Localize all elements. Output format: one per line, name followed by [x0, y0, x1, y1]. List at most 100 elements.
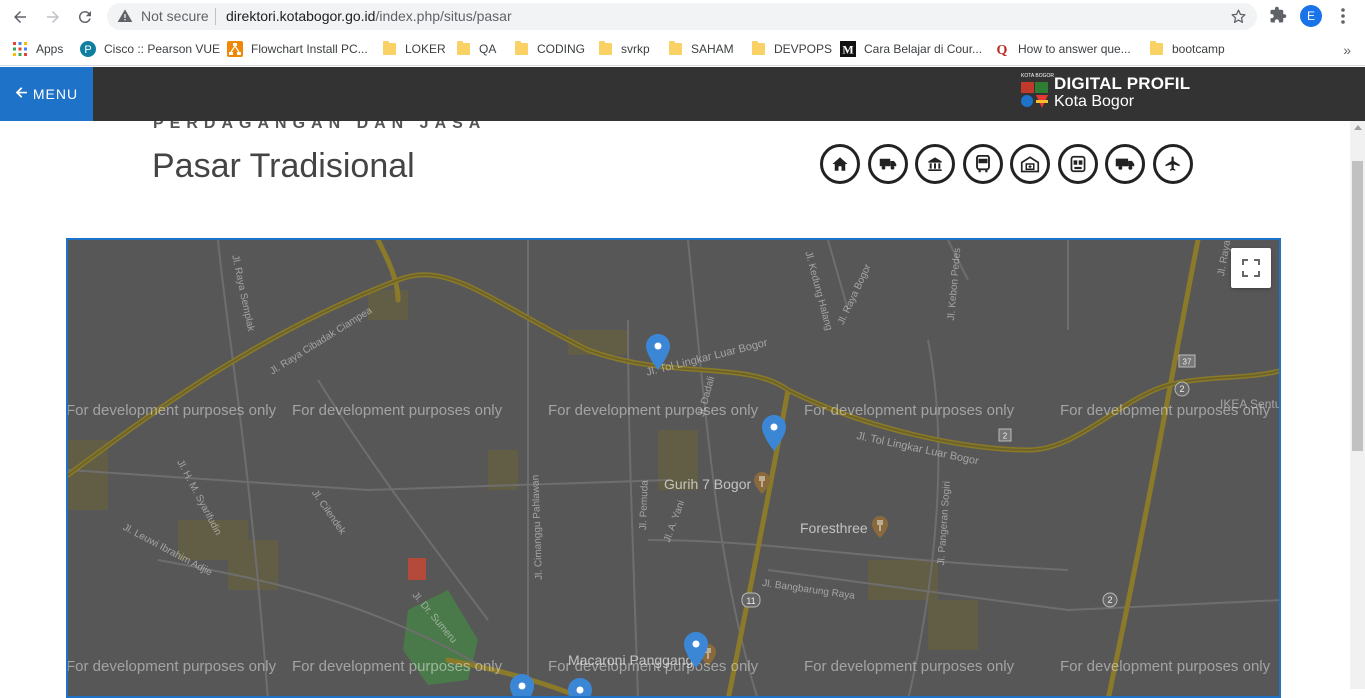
- logo-subtitle: Kota Bogor: [1054, 93, 1135, 110]
- site-header: MENU KOTA BOGOR DIGITAL PROFIL Kota Bogo…: [0, 67, 1365, 121]
- airplane-icon[interactable]: [1152, 144, 1193, 184]
- hospital-icon[interactable]: [1010, 144, 1050, 184]
- address-bar[interactable]: Not secure direktori.kotabogor.go.id/ind…: [107, 3, 1257, 30]
- fullscreen-icon: [1242, 259, 1260, 277]
- url-host: direktori.kotabogor.go.id: [226, 8, 376, 24]
- site-logo[interactable]: KOTA BOGOR DIGITAL PROFIL Kota Bogor: [1020, 73, 1200, 113]
- forward-icon[interactable]: [41, 5, 65, 29]
- bookmark-devpops[interactable]: DEVPOPS: [750, 40, 832, 58]
- folder-icon: [381, 41, 397, 57]
- apps-grid-icon: [12, 41, 28, 57]
- svg-text:P: P: [84, 44, 91, 56]
- market-location-pin[interactable]: [568, 678, 592, 698]
- extensions-puzzle-icon[interactable]: [1269, 6, 1287, 29]
- poi-foresthree[interactable]: Foresthree: [800, 520, 868, 536]
- svg-text:2: 2: [1107, 595, 1112, 605]
- route-shield: 11: [741, 592, 761, 608]
- restaurant-pin-icon[interactable]: [872, 516, 888, 538]
- route-shield: 2: [998, 428, 1012, 442]
- bookmark-saham[interactable]: SAHAM: [667, 40, 734, 58]
- scroll-thumb[interactable]: [1352, 161, 1363, 451]
- profile-avatar[interactable]: E: [1300, 5, 1322, 27]
- scroll-up-icon[interactable]: [1354, 125, 1362, 130]
- delivery-truck-icon[interactable]: [1105, 144, 1145, 184]
- watermark-text: For development purposes only: [66, 658, 277, 675]
- bookmarks-overflow-button[interactable]: »: [1343, 42, 1351, 58]
- medium-icon: M: [840, 41, 856, 57]
- bookmark-apps[interactable]: Apps: [12, 40, 63, 58]
- route-shield: 2: [1102, 592, 1118, 608]
- warning-icon[interactable]: [117, 8, 133, 29]
- route-shield: 37: [1178, 354, 1196, 368]
- logo-small-text: KOTA BOGOR: [1021, 73, 1054, 79]
- market-location-pin[interactable]: [646, 334, 670, 370]
- map-view[interactable]: Jl. Raya Cibadak Ciampea Jl. Raya Sempla…: [66, 238, 1281, 698]
- market-location-pin[interactable]: [762, 415, 786, 451]
- url-text[interactable]: direktori.kotabogor.go.id/index.php/situ…: [226, 8, 512, 24]
- bookmark-label: LOKER: [405, 42, 446, 56]
- route-shield: 2: [1174, 381, 1190, 397]
- bookmark-label: Cisco :: Pearson VUE: [104, 42, 221, 56]
- poi-gurih-7-bogor[interactable]: Gurih 7 Bogor: [664, 476, 751, 492]
- quora-icon: Q: [994, 41, 1010, 57]
- restaurant-pin-icon[interactable]: [754, 472, 770, 494]
- folder-icon: [513, 41, 529, 57]
- pearson-icon: P: [80, 41, 96, 57]
- browser-toolbar: Not secure direktori.kotabogor.go.id/ind…: [0, 0, 1365, 33]
- store-icon[interactable]: [1057, 144, 1098, 184]
- security-label[interactable]: Not secure: [141, 8, 209, 24]
- watermark-text: For development purposes only: [292, 402, 503, 419]
- bookmark-svrkp[interactable]: svrkp: [597, 40, 650, 58]
- bookmark-coding[interactable]: CODING: [513, 40, 585, 58]
- market-location-pin[interactable]: [510, 674, 534, 698]
- truck-icon[interactable]: [867, 144, 908, 184]
- category-icon-bar: [820, 144, 1200, 184]
- home-icon[interactable]: [820, 144, 860, 184]
- bookmark-label: bootcamp: [1172, 42, 1225, 56]
- bookmark-label: Flowchart Install PC...: [251, 42, 368, 56]
- bookmark-label: Apps: [36, 42, 64, 56]
- back-icon[interactable]: [8, 5, 32, 29]
- menu-label: MENU: [32, 86, 79, 102]
- bookmark-flowchart[interactable]: Flowchart Install PC...: [227, 40, 368, 58]
- folder-icon: [455, 41, 471, 57]
- page-scrollbar[interactable]: [1350, 121, 1365, 689]
- svg-text:2: 2: [1179, 384, 1184, 394]
- bookmark-loker[interactable]: LOKER: [381, 40, 446, 58]
- more-options-icon[interactable]: [1335, 7, 1351, 30]
- watermark-text: For development purposes only: [1060, 402, 1271, 419]
- map-fullscreen-button[interactable]: [1231, 248, 1271, 288]
- bookmark-label: svrkp: [621, 42, 650, 56]
- bookmark-label: Cara Belajar di Cour...: [864, 42, 983, 56]
- bookmark-qa[interactable]: QA: [455, 40, 496, 58]
- page-title: Pasar Tradisional: [152, 147, 415, 185]
- folder-icon: [1148, 41, 1164, 57]
- watermark-text: For development purposes only: [548, 658, 759, 675]
- market-location-pin[interactable]: [684, 632, 708, 668]
- svg-text:M: M: [842, 43, 853, 57]
- watermark-text: For development purposes only: [804, 658, 1015, 675]
- bookmark-quora[interactable]: Q How to answer que...: [994, 40, 1131, 58]
- bank-icon[interactable]: [915, 144, 955, 184]
- bookmark-label: CODING: [537, 42, 585, 56]
- reload-icon[interactable]: [73, 5, 97, 29]
- svg-text:11: 11: [746, 596, 755, 606]
- watermark-text: For development purposes only: [548, 402, 759, 419]
- bookmark-label: DEVPOPS: [774, 42, 833, 56]
- bookmark-label: How to answer que...: [1018, 42, 1131, 56]
- arrow-left-icon: [15, 86, 28, 102]
- bookmark-star-icon[interactable]: [1230, 8, 1247, 30]
- bookmark-pearson[interactable]: P Cisco :: Pearson VUE: [80, 40, 220, 58]
- watermark-text: For development purposes only: [66, 402, 277, 419]
- bus-icon[interactable]: [962, 144, 1003, 184]
- divider: [215, 8, 216, 25]
- bookmarks-bar: Apps P Cisco :: Pearson VUE Flowchart In…: [0, 33, 1365, 66]
- watermark-text: For development purposes only: [292, 658, 503, 675]
- drawio-icon: [227, 41, 243, 57]
- road-label: Jl. Pemuda: [638, 479, 651, 531]
- menu-button[interactable]: MENU: [0, 67, 93, 121]
- bookmark-coursera[interactable]: M Cara Belajar di Cour...: [840, 40, 982, 58]
- bookmark-bootcamp[interactable]: bootcamp: [1148, 40, 1225, 58]
- svg-text:37: 37: [1183, 358, 1192, 367]
- folder-icon: [667, 41, 683, 57]
